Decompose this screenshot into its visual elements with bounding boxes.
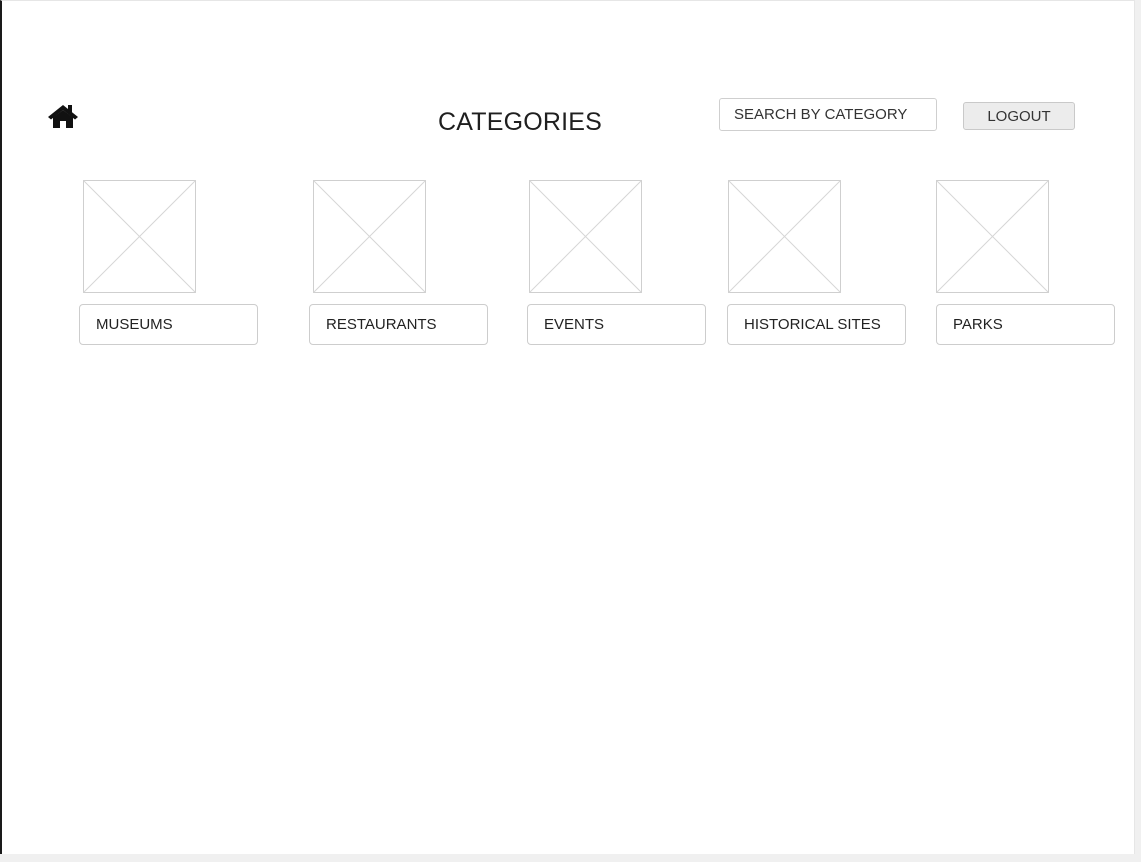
museums-image-placeholder-icon: [83, 180, 196, 293]
restaurants-image-placeholder-icon: [313, 180, 426, 293]
category-button-parks[interactable]: PARKS: [936, 304, 1115, 345]
category-button-events[interactable]: EVENTS: [527, 304, 706, 345]
category-button-museums[interactable]: MUSEUMS: [79, 304, 258, 345]
historical-sites-image-placeholder-icon: [728, 180, 841, 293]
category-button-historical-sites[interactable]: HISTORICAL SITES: [727, 304, 906, 345]
page-canvas: CATEGORIES LOGOUT MUSEUMS RESTAURANTS EV…: [0, 0, 1135, 854]
logout-button[interactable]: LOGOUT: [963, 102, 1075, 130]
search-input[interactable]: [719, 98, 937, 131]
events-image-placeholder-icon: [529, 180, 642, 293]
parks-image-placeholder-icon: [936, 180, 1049, 293]
category-button-restaurants[interactable]: RESTAURANTS: [309, 304, 488, 345]
home-icon[interactable]: [46, 102, 80, 130]
page-title: CATEGORIES: [437, 108, 603, 136]
